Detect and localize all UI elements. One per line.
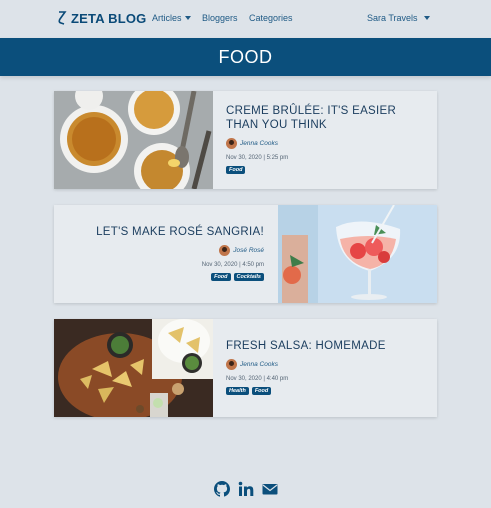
- avatar: [226, 138, 237, 149]
- tag-badge[interactable]: Food: [211, 273, 231, 281]
- navbar: ZETA BLOG Articles Bloggers Categories S…: [0, 0, 491, 38]
- category-header: FOOD: [0, 38, 491, 76]
- post-title[interactable]: LET'S MAKE ROSÉ SANGRIA!: [64, 225, 264, 239]
- post-date: Nov 30, 2020 | 5:25 pm: [226, 155, 289, 161]
- page-title: FOOD: [218, 46, 273, 67]
- avatar: [219, 245, 231, 256]
- author-row: Jenna Cooks: [226, 138, 426, 149]
- tag-badge[interactable]: Cocktails: [233, 273, 264, 281]
- brand-logo[interactable]: ZETA BLOG: [57, 10, 146, 26]
- post-author[interactable]: José Rosé: [233, 247, 264, 254]
- post-date: Nov 30, 2020 | 4:40 pm: [226, 376, 289, 382]
- user-name: Sara Travels: [367, 13, 418, 23]
- nav-articles-label: Articles: [152, 13, 182, 23]
- nav-bloggers-link[interactable]: Bloggers: [202, 13, 238, 23]
- post-tags: Food Cocktails: [64, 273, 264, 281]
- nav-categories-link[interactable]: Categories: [249, 13, 293, 23]
- tag-badge[interactable]: Health: [226, 387, 249, 395]
- post-date: Nov 30, 2020 | 4:50 pm: [201, 262, 264, 268]
- post-tags: Food: [226, 166, 426, 174]
- chevron-down-icon: [184, 16, 191, 20]
- post-title[interactable]: FRESH SALSA: HOMEMADE: [226, 339, 426, 353]
- post-body: FRESH SALSA: HOMEMADE Jenna Cooks Nov 30…: [226, 319, 426, 417]
- zeta-icon: [58, 11, 67, 25]
- github-icon[interactable]: [213, 481, 230, 497]
- author-row: José Rosé: [64, 245, 264, 256]
- post-card[interactable]: CREME BRÛLÉE: IT'S EASIER THAN YOU THINK…: [54, 91, 437, 189]
- envelope-icon[interactable]: [262, 481, 278, 497]
- nav-articles-dropdown[interactable]: Articles: [152, 13, 191, 23]
- chevron-down-icon: [423, 16, 430, 20]
- footer-social-links: [0, 481, 491, 497]
- post-image-creme-brulee[interactable]: [54, 91, 213, 189]
- user-menu-dropdown[interactable]: Sara Travels: [367, 13, 430, 23]
- post-card[interactable]: FRESH SALSA: HOMEMADE Jenna Cooks Nov 30…: [54, 319, 437, 417]
- post-image-salsa[interactable]: [54, 319, 213, 417]
- nav-categories-label: Categories: [249, 13, 293, 23]
- avatar: [226, 359, 237, 370]
- nav-bloggers-label: Bloggers: [202, 13, 238, 23]
- post-title[interactable]: CREME BRÛLÉE: IT'S EASIER THAN YOU THINK: [226, 104, 426, 132]
- author-row: Jenna Cooks: [226, 359, 426, 370]
- linkedin-icon[interactable]: [238, 481, 254, 497]
- brand-name: ZETA BLOG: [71, 10, 147, 26]
- post-author[interactable]: Jenna Cooks: [240, 361, 278, 368]
- post-card[interactable]: LET'S MAKE ROSÉ SANGRIA! José Rosé Nov 3…: [54, 205, 437, 303]
- post-author[interactable]: Jenna Cooks: [240, 140, 278, 147]
- tag-badge[interactable]: Food: [226, 166, 246, 174]
- post-tags: Health Food: [226, 387, 426, 395]
- tag-badge[interactable]: Food: [251, 387, 272, 395]
- post-body: LET'S MAKE ROSÉ SANGRIA! José Rosé Nov 3…: [64, 205, 264, 303]
- post-body: CREME BRÛLÉE: IT'S EASIER THAN YOU THINK…: [226, 91, 426, 189]
- post-image-sangria[interactable]: [278, 205, 437, 303]
